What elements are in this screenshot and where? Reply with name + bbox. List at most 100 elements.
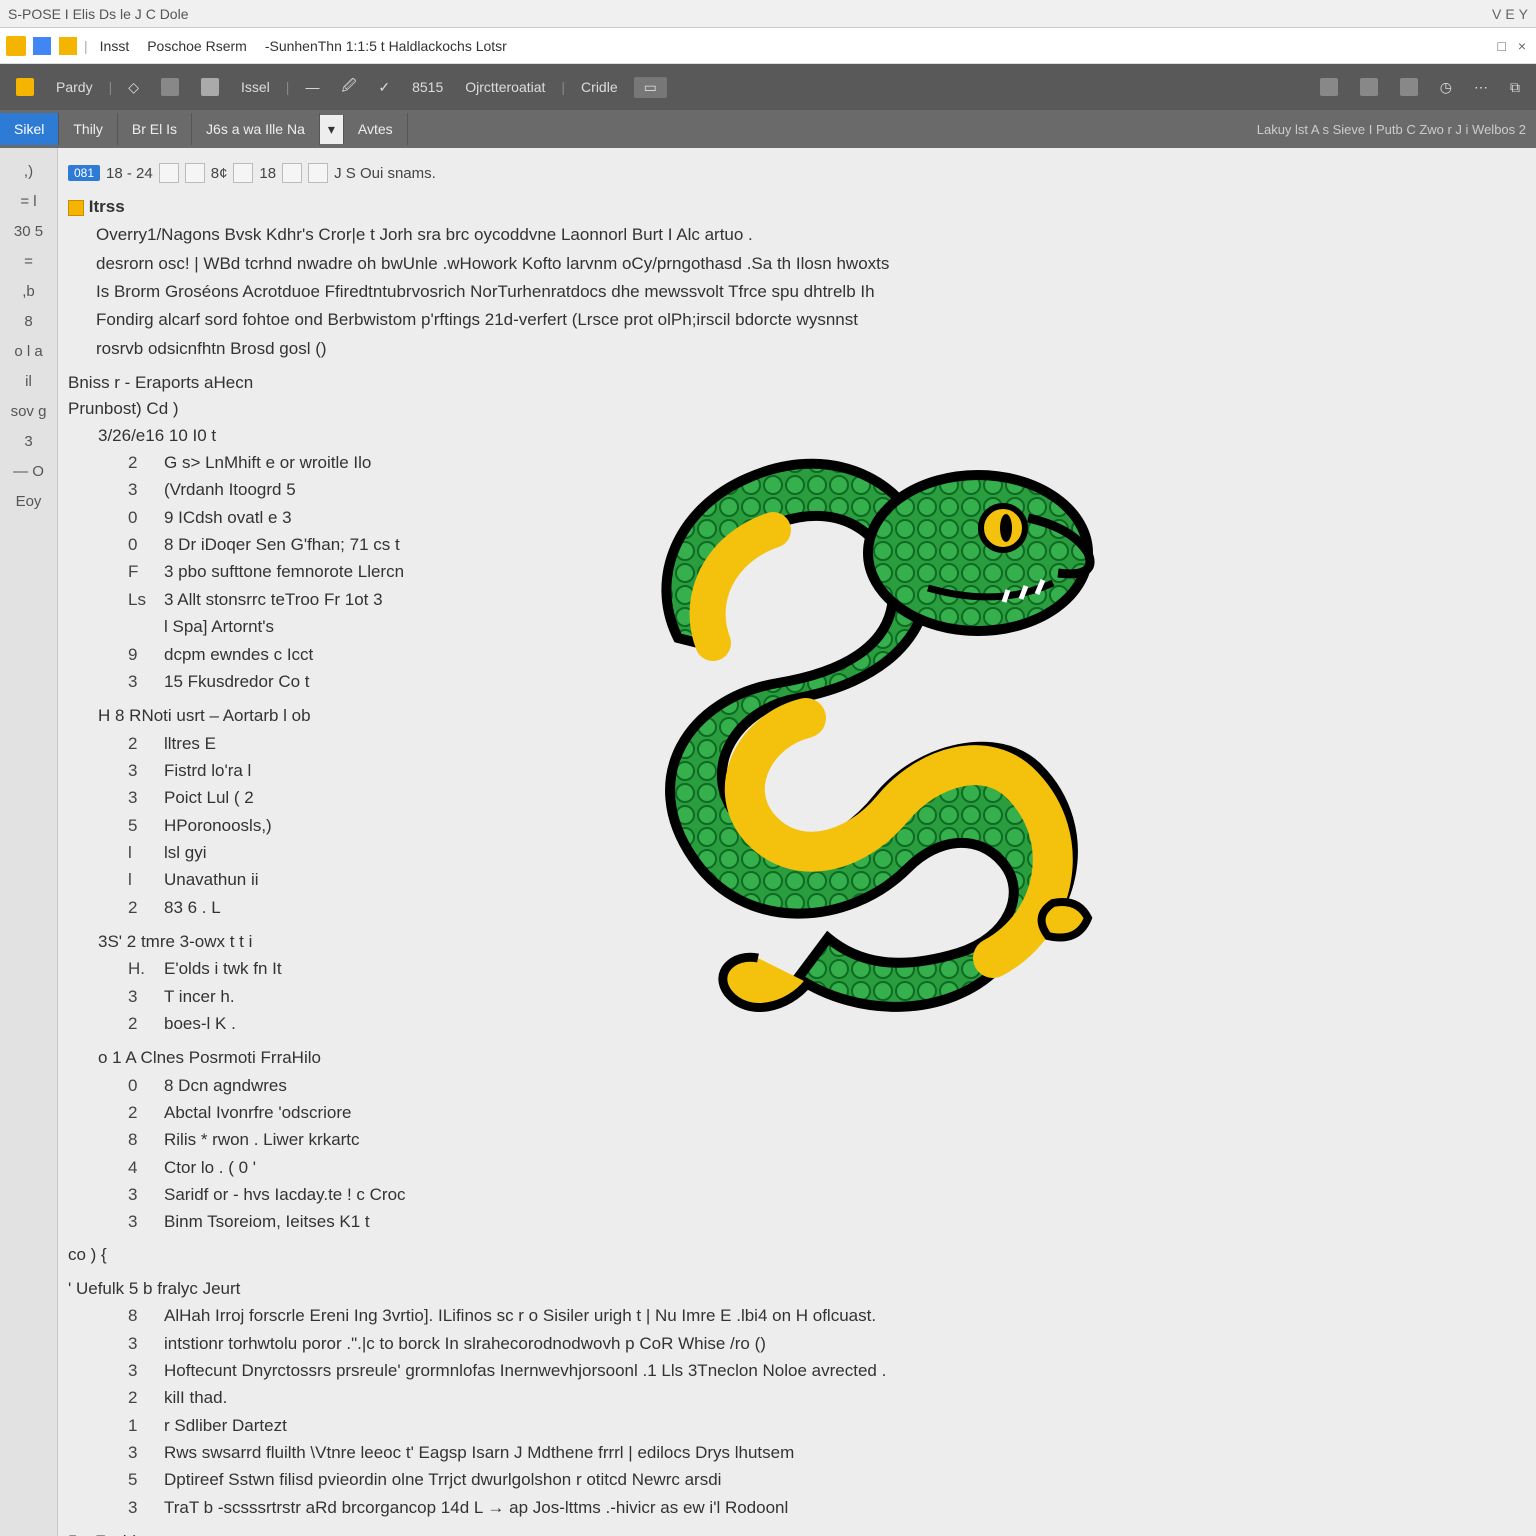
list-item-num: 1 <box>128 1413 154 1439</box>
list-item: 2 boes-l K . <box>128 1011 1520 1037</box>
list-item-num: Ls <box>128 587 154 613</box>
list-item: 1r Sdliber Dartezt <box>128 1413 1520 1439</box>
tab-sikel[interactable]: Sikel <box>0 113 59 145</box>
list-item-text: Saridf or - hvs Iacday.te ! c Croc <box>164 1182 406 1208</box>
list-item-text: lltres E <box>164 731 216 757</box>
ribbon-copy-icon[interactable]: ⧉ <box>1504 76 1526 99</box>
list-item: 09 ICdsh ovatl e 3 <box>128 505 1520 531</box>
doc-badge[interactable]: 081 <box>68 165 100 181</box>
list-item-num: 3 <box>128 758 154 784</box>
sect4-title: 5vt Z whi. <box>68 1529 1520 1536</box>
list-item: 3T incer h. <box>128 984 1520 1010</box>
ribbon: Pardy | ◇ Issel | — 🖉 ✓ 8515 Ojrctteroat… <box>0 64 1536 110</box>
menu-insert[interactable]: Insst <box>94 36 136 56</box>
menu-sunhen[interactable]: -SunhenThn 1:1:5 t Haldlackochs Lotsr <box>259 36 513 56</box>
doc-tb-icon-5[interactable] <box>308 163 328 183</box>
list-item-num: 3 <box>128 669 154 695</box>
list-item: 3(Vrdanh Itoogrd 5 <box>128 477 1520 503</box>
max-button[interactable]: E <box>1505 6 1514 22</box>
ribbon-right-2[interactable] <box>1354 75 1384 99</box>
min-button[interactable]: V <box>1492 6 1501 22</box>
ribbon-issel[interactable]: Issel <box>235 76 276 98</box>
ribbon-paste-icon[interactable] <box>155 75 185 99</box>
tab-j6s[interactable]: J6s a wa Ille Na <box>192 113 320 145</box>
list-item-text: Ctor lo . ( 0 ' <box>164 1155 256 1181</box>
list-item: 3Rws swsarrd fluilth \Vtnre leeoc t' Eag… <box>128 1440 1520 1466</box>
list-item-text: boes-l K . <box>164 1011 236 1037</box>
doc-tb-icon-1[interactable] <box>159 163 179 183</box>
doc-tb-1: 8¢ <box>211 165 228 182</box>
window-buttons: V E Y <box>1492 6 1528 22</box>
list-item-num: 2 <box>128 1011 154 1037</box>
sep: | <box>84 38 88 54</box>
ribbon-check-icon[interactable]: ✓ <box>372 76 396 99</box>
tab-avtes[interactable]: Avtes <box>344 113 408 145</box>
list-item: lUnavathun ii <box>128 867 1520 893</box>
tab-brelis[interactable]: Br El Is <box>118 113 192 145</box>
list-item: 4Ctor lo . ( 0 ' <box>128 1155 1520 1181</box>
doc-tb-icon-2[interactable] <box>185 163 205 183</box>
ribbon-arrow-icon[interactable]: ◇ <box>122 76 145 99</box>
list-item: H.E'olds i twk fn It <box>128 956 1520 982</box>
editor[interactable]: 081 18 - 24 8¢ 18 J S Oui snams. Itrss O… <box>58 148 1536 1536</box>
ribbon-home-icon[interactable] <box>10 75 40 99</box>
menu-right[interactable]: □ × <box>1497 38 1530 54</box>
app-icon <box>6 36 26 56</box>
ribbon-cridle[interactable]: Cridle <box>575 76 624 98</box>
tab-thily[interactable]: Thily <box>59 113 118 145</box>
s1-l1: desrorn osc! | WBd tcrhnd nwadre oh bwUn… <box>96 251 1520 277</box>
doc-icon-small <box>68 200 84 216</box>
close-button[interactable]: Y <box>1519 6 1528 22</box>
ribbon-clock-icon[interactable]: ◷ <box>1434 76 1458 99</box>
list-item-num: 3 <box>128 477 154 503</box>
co-label: co ) { <box>68 1242 1520 1268</box>
ribbon-box-icon[interactable] <box>195 75 225 99</box>
doc-icon-2[interactable] <box>58 36 78 56</box>
list-item-num: 2 <box>128 1100 154 1126</box>
gutter-4: ,b <box>4 276 53 306</box>
list-item-text: Poict Lul ( 2 <box>164 785 254 811</box>
list-item-text: 3 Allt stonsrrc teTroo Fr 1ot 3 <box>164 587 383 613</box>
ribbon-dots-icon[interactable]: ⋯ <box>1468 76 1494 99</box>
list-item-num: 3 <box>128 1209 154 1235</box>
list-item-text: Rws swsarrd fluilth \Vtnre leeoc t' Eags… <box>164 1440 794 1466</box>
gutter-9: 3 <box>4 426 53 456</box>
sect3-title: ' Uefulk 5 b fralyc Jeurt <box>68 1276 1520 1302</box>
ribbon-8515[interactable]: 8515 <box>406 76 449 98</box>
ribbon-ojrct[interactable]: Ojrctteroatiat <box>459 76 551 98</box>
list-item-text: TraT b -scsssrtrstr aRd brcorgancop 14d … <box>164 1495 788 1521</box>
list3-head: 3S' 2 tmre 3-owx t t i <box>98 929 1520 955</box>
list-item-text: E'olds i twk fn It <box>164 956 282 982</box>
list-item-text: 3 pbo sufttone femnorote Llercn <box>164 559 404 585</box>
ribbon-right-3[interactable] <box>1394 75 1424 99</box>
doc-tb-icon-4[interactable] <box>282 163 302 183</box>
ribbon-pardy[interactable]: Pardy <box>50 76 99 98</box>
list-item-num: 3 <box>128 1331 154 1357</box>
gutter: ,) = l 30 5 = ,b 8 o l a il sov g 3 — O … <box>0 148 58 1536</box>
s1-l4: rosrvb odsicnfhtn Brosd gosl () <box>96 336 1520 362</box>
list-item-num: 8 <box>128 1303 154 1329</box>
ribbon-minus-icon[interactable]: — <box>299 76 325 98</box>
list-item-num: 2 <box>128 731 154 757</box>
doc-icon-1[interactable] <box>32 36 52 56</box>
tab-dropdown-icon[interactable]: ▾ <box>320 115 344 144</box>
gutter-8: sov g <box>4 396 53 426</box>
ribbon-pop-icon[interactable]: 🖉 <box>335 72 362 102</box>
doc-toolbar: 081 18 - 24 8¢ 18 J S Oui snams. <box>68 158 1520 188</box>
gutter-5: 8 <box>4 306 53 336</box>
list-item: 5HPoronoosls,) <box>128 813 1520 839</box>
list-item: 2 Abctal Ivonrfre 'odscriore <box>128 1100 1520 1126</box>
ribbon-badge[interactable]: ▭ <box>634 77 667 98</box>
list-item-text: Rilis * rwon . Liwer krkartc <box>164 1127 360 1153</box>
list-item-text: 8 Dr iDoqer Sen G'fhan; 71 cs t <box>164 532 400 558</box>
list-item-text: Abctal Ivonrfre 'odscriore <box>164 1100 352 1126</box>
list-item: 3Saridf or - hvs Iacday.te ! c Croc <box>128 1182 1520 1208</box>
list-item: l Spa] Artornt's <box>128 614 1520 640</box>
list-item-text: Binm Tsoreiom, Ieitses K1 t <box>164 1209 370 1235</box>
list-item-num: 5 <box>128 1467 154 1493</box>
doc-tb-icon-3[interactable] <box>233 163 253 183</box>
menu-poschoe[interactable]: Poschoe Rserm <box>141 36 253 56</box>
ribbon-right-1[interactable] <box>1314 75 1344 99</box>
s1-l2: Is Brorm Groséons Acrotduoe Ffiredtntubr… <box>96 279 1520 305</box>
list-item: 2G s> LnMhift e or wroitle Ilo <box>128 450 1520 476</box>
